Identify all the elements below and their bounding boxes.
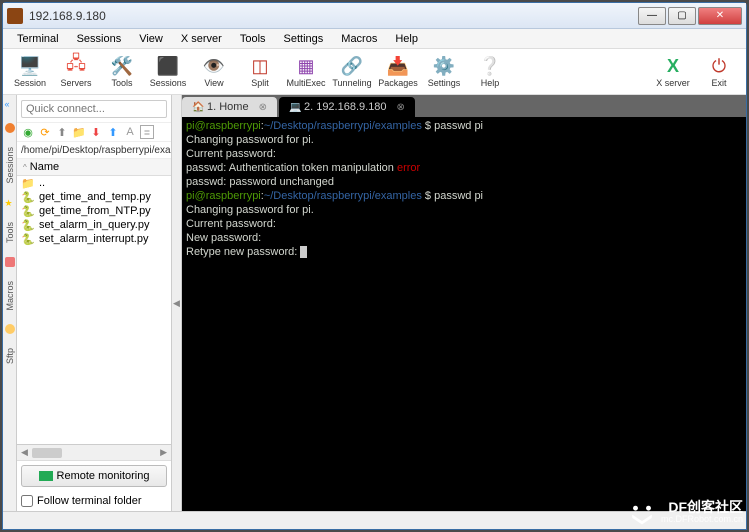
- sessions-button[interactable]: ⬛Sessions: [147, 51, 189, 93]
- terminal-area: 🏠 1. Home ⊗ 💻 2. 192.168.9.180 ⊗ pi@raspberry…: [182, 95, 746, 511]
- titlebar[interactable]: 192.168.9.180 — ▢ ✕: [3, 3, 746, 29]
- menu-xserver[interactable]: X server: [173, 31, 230, 47]
- terminal-icon: 💻: [289, 102, 300, 113]
- help-button[interactable]: ❔Help: [469, 51, 511, 93]
- scroll-right-icon[interactable]: ▶: [158, 447, 169, 458]
- monitor-icon: [39, 471, 53, 481]
- toolbar: 🖥️Session 🖧Servers 🛠️Tools ⬛Sessions 👁️V…: [3, 49, 746, 95]
- rail-star-icon[interactable]: ★: [5, 198, 15, 208]
- menu-terminal[interactable]: Terminal: [9, 31, 67, 47]
- terminal-tabs: 🏠 1. Home ⊗ 💻 2. 192.168.9.180 ⊗: [182, 95, 746, 117]
- app-icon: [7, 8, 23, 24]
- window-title: 192.168.9.180: [29, 9, 638, 23]
- path-breadcrumb[interactable]: /home/pi/Desktop/raspberrypi/exam✓: [17, 142, 171, 159]
- tab-close-icon[interactable]: ⊗: [397, 102, 405, 113]
- split-button[interactable]: ◫Split: [239, 51, 281, 93]
- menu-settings[interactable]: Settings: [276, 31, 332, 47]
- maximize-button[interactable]: ▢: [668, 7, 696, 25]
- menu-help[interactable]: Help: [387, 31, 426, 47]
- packages-button[interactable]: 📥Packages: [377, 51, 419, 93]
- nav-download-icon[interactable]: ⬇: [89, 125, 103, 139]
- file-name: get_time_and_temp.py: [39, 191, 151, 203]
- nav-font-icon[interactable]: A: [123, 125, 137, 139]
- xserver-button[interactable]: XX server: [652, 51, 694, 93]
- nav-newfolder-icon[interactable]: 📁: [72, 125, 86, 139]
- tab-inactive[interactable]: 🏠 1. Home ⊗: [182, 97, 277, 117]
- folder-up-icon: 📁: [21, 177, 35, 189]
- tab-label: 2. 192.168.9.180: [304, 101, 387, 113]
- menu-view[interactable]: View: [131, 31, 171, 47]
- menu-sessions[interactable]: Sessions: [69, 31, 130, 47]
- file-name: get_time_from_NTP.py: [39, 205, 151, 217]
- tab-active[interactable]: 💻 2. 192.168.9.180 ⊗: [279, 97, 415, 117]
- terminal-cursor: [300, 246, 307, 258]
- tools-button[interactable]: 🛠️Tools: [101, 51, 143, 93]
- python-file-icon: 🐍: [21, 233, 35, 245]
- h-scrollbar[interactable]: ◀ ▶: [17, 444, 171, 460]
- file-row[interactable]: 🐍 set_alarm_in_query.py: [17, 218, 171, 232]
- menu-tools[interactable]: Tools: [232, 31, 274, 47]
- file-row[interactable]: 🐍 get_time_from_NTP.py: [17, 204, 171, 218]
- rail-tab-sessions[interactable]: Sessions: [5, 147, 15, 184]
- file-row[interactable]: 🐍 set_alarm_interrupt.py: [17, 232, 171, 246]
- rail-sftp-icon[interactable]: [5, 324, 15, 334]
- nav-home-icon[interactable]: ⬆: [55, 125, 69, 139]
- rail-arrow-icon[interactable]: «: [5, 99, 15, 109]
- close-button[interactable]: ✕: [698, 7, 742, 25]
- rail-tab-macros[interactable]: Macros: [5, 281, 15, 311]
- sidebar-collapse-button[interactable]: ◀: [172, 95, 182, 511]
- terminal[interactable]: pi@raspberrypi:~/Desktop/raspberrypi/exa…: [182, 117, 746, 511]
- watermark: DF创客社区 mc.DFRobot.com.cn: [629, 500, 743, 526]
- file-list: 📁..🐍get_time_and_temp.py🐍get_time_from_N…: [17, 176, 171, 444]
- nav-upload-icon[interactable]: ⬆: [106, 125, 120, 139]
- sftp-sidebar: ◉ ⟳ ⬆ 📁 ⬇ ⬆ A ≣ /home/pi/Desktop/raspber…: [17, 95, 172, 511]
- dfrobot-logo-icon: [629, 500, 655, 526]
- scroll-left-icon[interactable]: ◀: [19, 447, 30, 458]
- file-name: ..: [39, 177, 45, 189]
- filelist-header-name[interactable]: Name: [17, 159, 171, 176]
- quick-connect-input[interactable]: [21, 100, 167, 118]
- settings-button[interactable]: ⚙️Settings: [423, 51, 465, 93]
- rail-tab-sftp[interactable]: Sftp: [5, 348, 15, 364]
- file-name: set_alarm_interrupt.py: [39, 233, 148, 245]
- file-name: set_alarm_in_query.py: [39, 219, 149, 231]
- watermark-url: mc.DFRobot.com.cn: [661, 513, 743, 525]
- file-row[interactable]: 📁..: [17, 176, 171, 190]
- app-window: 192.168.9.180 — ▢ ✕ Terminal Sessions Vi…: [2, 2, 747, 530]
- home-icon: 🏠: [192, 102, 203, 113]
- view-button[interactable]: 👁️View: [193, 51, 235, 93]
- menubar: Terminal Sessions View X server Tools Se…: [3, 29, 746, 49]
- minimize-button[interactable]: —: [638, 7, 666, 25]
- nav-refresh-icon[interactable]: ⟳: [38, 125, 52, 139]
- tunneling-button[interactable]: 🔗Tunneling: [331, 51, 373, 93]
- python-file-icon: 🐍: [21, 191, 35, 203]
- follow-terminal-checkbox[interactable]: [21, 495, 33, 507]
- servers-button[interactable]: 🖧Servers: [55, 51, 97, 93]
- rail-globe-icon[interactable]: [5, 123, 15, 133]
- session-button[interactable]: 🖥️Session: [9, 51, 51, 93]
- nav-list-icon[interactable]: ≣: [140, 125, 154, 139]
- multiexec-button[interactable]: ▦MultiExec: [285, 51, 327, 93]
- watermark-title: DF创客社区: [661, 501, 743, 513]
- rail-macro-icon[interactable]: [5, 257, 15, 267]
- sftp-toolbar: ◉ ⟳ ⬆ 📁 ⬇ ⬆ A ≣: [17, 123, 171, 142]
- exit-button[interactable]: ⏻Exit: [698, 51, 740, 93]
- nav-up-icon[interactable]: ◉: [21, 125, 35, 139]
- follow-terminal-label: Follow terminal folder: [37, 495, 142, 507]
- tab-close-icon[interactable]: ⊗: [259, 102, 267, 113]
- tab-label: 1. Home: [207, 101, 249, 113]
- menu-macros[interactable]: Macros: [333, 31, 385, 47]
- remote-monitoring-button[interactable]: Remote monitoring: [21, 465, 167, 487]
- rail-tab-tools[interactable]: Tools: [5, 222, 15, 243]
- file-row[interactable]: 🐍 get_time_and_temp.py: [17, 190, 171, 204]
- python-file-icon: 🐍: [21, 205, 35, 217]
- python-file-icon: 🐍: [21, 219, 35, 231]
- scroll-thumb[interactable]: [32, 448, 62, 458]
- side-rail: « Sessions ★ Tools Macros Sftp: [3, 95, 17, 511]
